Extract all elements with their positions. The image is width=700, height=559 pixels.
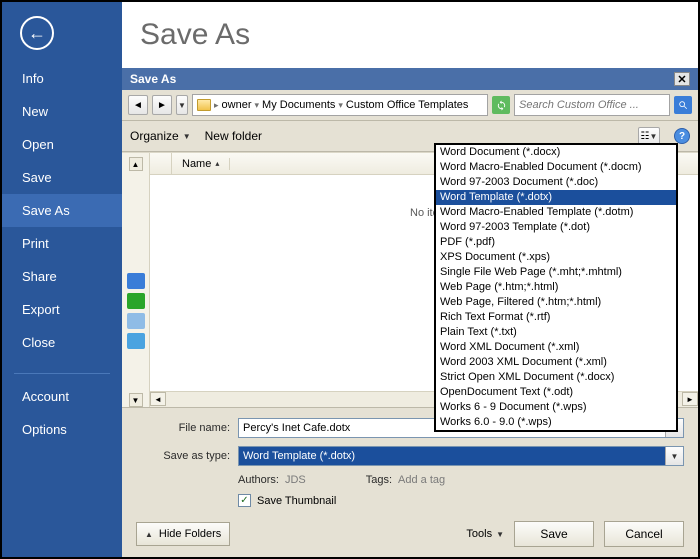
file-type-option[interactable]: Single File Web Page (*.mht;*.mhtml) bbox=[436, 265, 676, 280]
sidebar-item-print[interactable]: Print bbox=[2, 227, 122, 260]
search-box[interactable] bbox=[514, 94, 670, 116]
back-arrow-icon: ← bbox=[28, 24, 46, 42]
save-as-type-listbox[interactable]: Word Document (*.docx)Word Macro-Enabled… bbox=[434, 143, 678, 432]
file-type-option[interactable]: Word 2003 XML Document (*.xml) bbox=[436, 355, 676, 370]
tags-value[interactable]: Add a tag bbox=[398, 474, 445, 486]
sidebar-item-open[interactable]: Open bbox=[2, 128, 122, 161]
sidebar-item-close[interactable]: Close bbox=[2, 326, 122, 359]
scroll-right-button[interactable]: ► bbox=[682, 392, 698, 406]
nav-history-dropdown[interactable]: ▼ bbox=[176, 95, 188, 115]
authors-label: Authors: bbox=[238, 474, 279, 486]
breadcrumb-owner[interactable]: owner bbox=[222, 99, 252, 111]
file-type-option[interactable]: Strict Open XML Document (*.docx) bbox=[436, 370, 676, 385]
backstage-sidebar: ← InfoNewOpenSaveSave AsPrintShareExport… bbox=[2, 2, 122, 557]
sidebar-item-save-as[interactable]: Save As bbox=[2, 194, 122, 227]
tree-item-icon[interactable] bbox=[127, 313, 145, 329]
hide-folders-button[interactable]: ▲ Hide Folders bbox=[136, 522, 230, 546]
file-type-option[interactable]: Works 6 - 9 Document (*.wps) bbox=[436, 400, 676, 415]
file-type-option[interactable]: Web Page (*.htm;*.html) bbox=[436, 280, 676, 295]
save-button[interactable]: Save bbox=[514, 521, 594, 547]
file-type-option[interactable]: Word 97-2003 Document (*.doc) bbox=[436, 175, 676, 190]
breadcrumb-documents[interactable]: My Documents bbox=[262, 99, 335, 111]
file-type-option[interactable]: Word Macro-Enabled Template (*.dotm) bbox=[436, 205, 676, 220]
file-type-option[interactable]: Rich Text Format (*.rtf) bbox=[436, 310, 676, 325]
address-breadcrumb[interactable]: ▸ owner ▾ My Documents ▾ Custom Office T… bbox=[192, 94, 488, 116]
save-as-type-dropdown[interactable]: ▼ bbox=[665, 447, 683, 465]
tree-item-icon[interactable] bbox=[127, 273, 145, 289]
breadcrumb-templates[interactable]: Custom Office Templates bbox=[346, 99, 468, 111]
sidebar-item-info[interactable]: Info bbox=[2, 62, 122, 95]
folder-tree[interactable]: ▲ ▼ bbox=[122, 153, 150, 407]
file-type-option[interactable]: PDF (*.pdf) bbox=[436, 235, 676, 250]
authors-value[interactable]: JDS bbox=[285, 474, 306, 486]
help-button[interactable]: ? bbox=[674, 128, 690, 144]
tree-scroll-up[interactable]: ▲ bbox=[129, 157, 143, 171]
column-header-name[interactable]: Name ▴ bbox=[172, 158, 230, 170]
sidebar-item-save[interactable]: Save bbox=[2, 161, 122, 194]
sort-indicator-icon: ▴ bbox=[215, 159, 219, 168]
file-name-label: File name: bbox=[136, 422, 230, 434]
save-thumbnail-checkbox[interactable]: ✓ bbox=[238, 494, 251, 507]
file-type-option[interactable]: OpenDocument Text (*.odt) bbox=[436, 385, 676, 400]
folder-icon bbox=[197, 99, 211, 111]
search-input[interactable] bbox=[519, 99, 665, 111]
file-type-option[interactable]: Web Page, Filtered (*.htm;*.html) bbox=[436, 295, 676, 310]
sidebar-item-export[interactable]: Export bbox=[2, 293, 122, 326]
save-as-type-field[interactable]: Word Template (*.dotx) ▼ bbox=[238, 446, 684, 466]
refresh-button[interactable] bbox=[492, 96, 510, 114]
tags-label: Tags: bbox=[366, 474, 392, 486]
tree-item-icon[interactable] bbox=[127, 333, 145, 349]
dialog-title: Save As bbox=[130, 72, 176, 86]
new-folder-button[interactable]: New folder bbox=[205, 129, 262, 143]
file-type-option[interactable]: XPS Document (*.xps) bbox=[436, 250, 676, 265]
sidebar-item-share[interactable]: Share bbox=[2, 260, 122, 293]
file-type-option[interactable]: Word Macro-Enabled Document (*.docm) bbox=[436, 160, 676, 175]
nav-back-button[interactable]: ◄ bbox=[128, 95, 148, 115]
save-as-type-label: Save as type: bbox=[136, 450, 230, 462]
sidebar-item-new[interactable]: New bbox=[2, 95, 122, 128]
nav-forward-button[interactable]: ► bbox=[152, 95, 172, 115]
back-button[interactable]: ← bbox=[20, 16, 54, 50]
sidebar-item-options[interactable]: Options bbox=[2, 413, 122, 446]
dialog-close-button[interactable]: ✕ bbox=[674, 72, 690, 86]
file-type-option[interactable]: Plain Text (*.txt) bbox=[436, 325, 676, 340]
file-type-option[interactable]: Works 6.0 - 9.0 (*.wps) bbox=[436, 415, 676, 430]
tools-dropdown[interactable]: Tools ▼ bbox=[466, 528, 504, 540]
tree-item-icon[interactable] bbox=[127, 293, 145, 309]
save-thumbnail-label: Save Thumbnail bbox=[257, 495, 336, 507]
chevron-down-icon: ▼ bbox=[183, 132, 191, 141]
page-title: Save As bbox=[122, 2, 698, 68]
chevron-down-icon: ▼ bbox=[496, 530, 504, 539]
sidebar-item-account[interactable]: Account bbox=[2, 380, 122, 413]
sidebar-separator bbox=[14, 373, 110, 374]
organize-button[interactable]: Organize ▼ bbox=[130, 129, 191, 143]
chevron-up-icon: ▲ bbox=[145, 530, 153, 539]
file-type-option[interactable]: Word Template (*.dotx) bbox=[436, 190, 676, 205]
file-type-option[interactable]: Word XML Document (*.xml) bbox=[436, 340, 676, 355]
file-type-option[interactable]: Word 97-2003 Template (*.dot) bbox=[436, 220, 676, 235]
scroll-left-button[interactable]: ◄ bbox=[150, 392, 166, 406]
cancel-button[interactable]: Cancel bbox=[604, 521, 684, 547]
file-type-option[interactable]: Word Document (*.docx) bbox=[436, 145, 676, 160]
tree-scroll-down[interactable]: ▼ bbox=[129, 393, 143, 407]
search-button[interactable] bbox=[674, 96, 692, 114]
